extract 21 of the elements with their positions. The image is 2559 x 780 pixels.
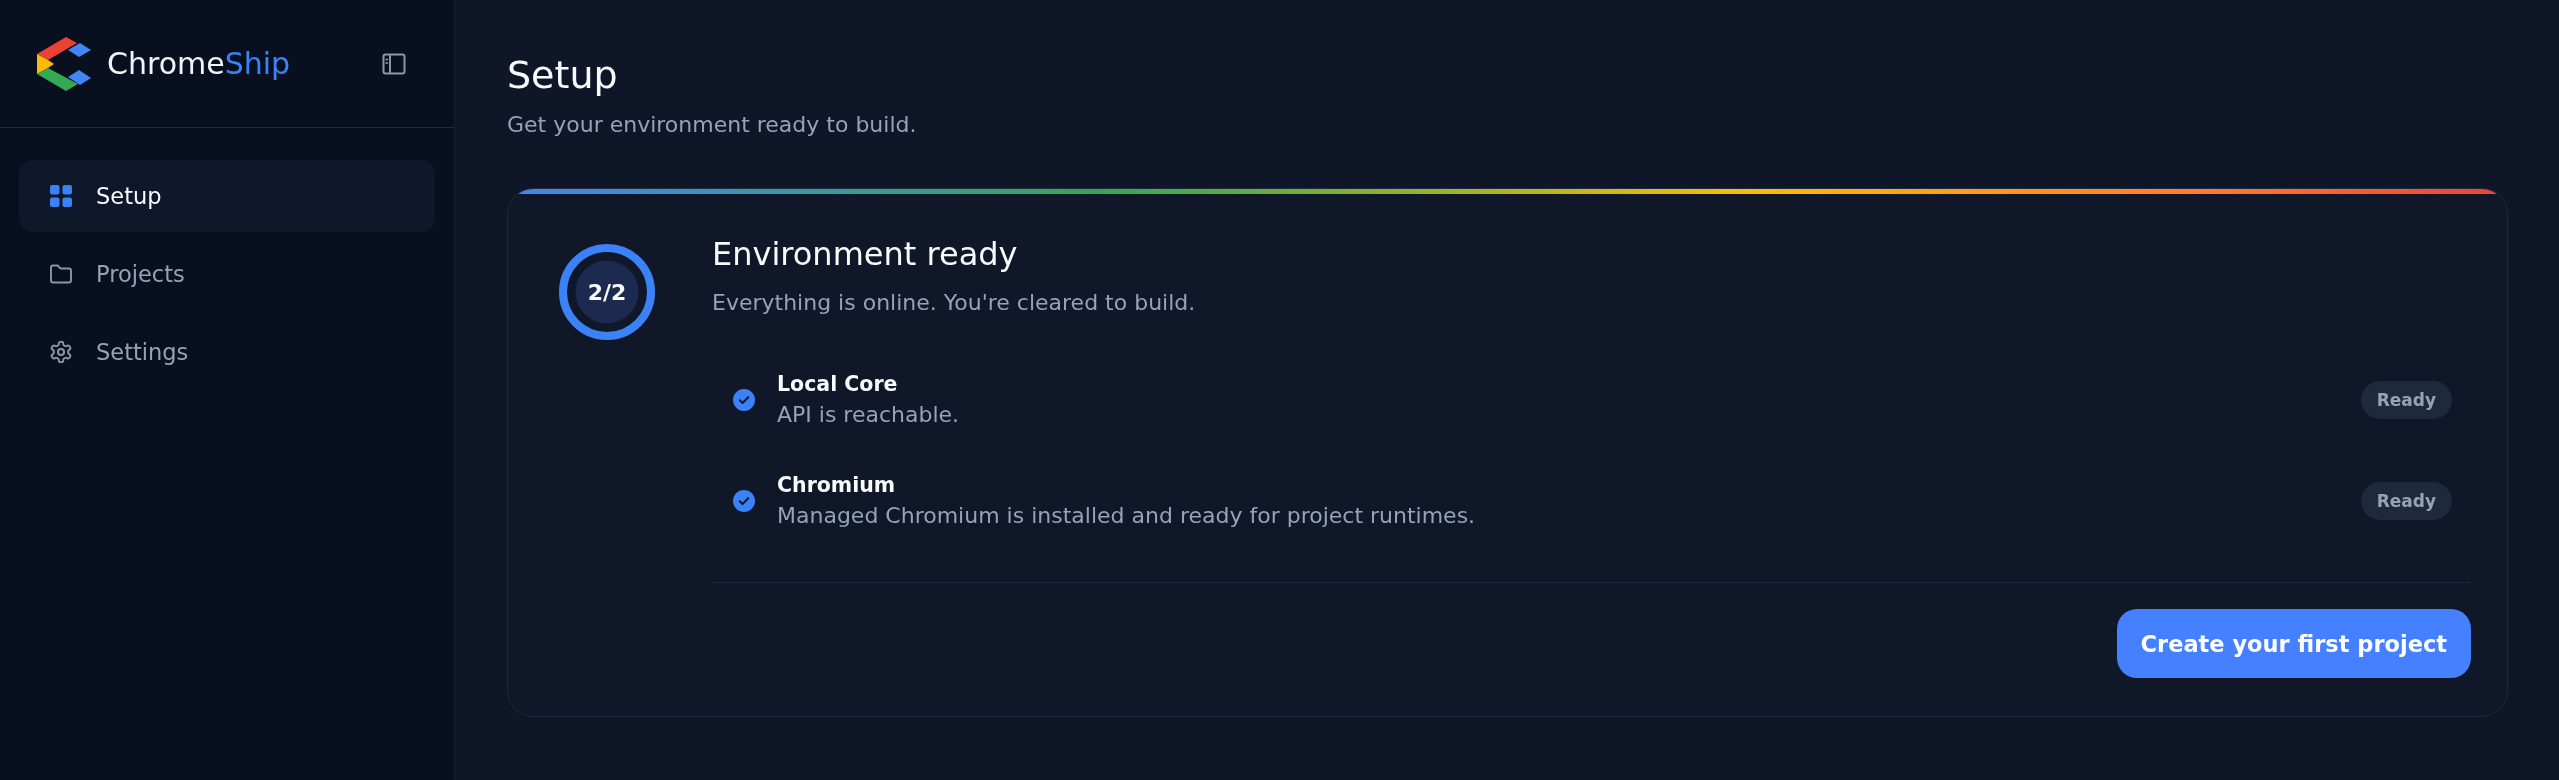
check-description: Managed Chromium is installed and ready for project runtimes. — [777, 502, 1477, 530]
check-description: API is reachable. — [777, 401, 961, 429]
gear-icon — [50, 341, 72, 363]
nav-item[interactable]: Settings — [19, 316, 435, 388]
folder-icon — [50, 263, 72, 285]
check-title: Chromium — [777, 472, 897, 499]
nav-item[interactable]: Setup — [19, 160, 435, 232]
status-badge: Ready — [2360, 381, 2452, 419]
sidebar-panel-icon[interactable] — [382, 52, 406, 75]
grid-icon — [50, 185, 72, 207]
nav-item[interactable]: Projects — [19, 238, 435, 310]
card-subtitle: Everything is online. You're cleared to build. — [712, 289, 1197, 317]
page-subtitle: Get your environment ready to build. — [507, 111, 918, 139]
card-title: Environment ready — [712, 235, 1019, 273]
create-project-button[interactable]: Create your first project — [2116, 609, 2471, 678]
logo-icon — [37, 36, 91, 91]
check-title: Local Core — [777, 371, 899, 398]
status-badge: Ready — [2360, 482, 2452, 520]
page-title: Setup — [507, 52, 619, 98]
brand-name: ChromeShip — [107, 46, 291, 81]
progress-count: 2/2 — [587, 279, 627, 305]
